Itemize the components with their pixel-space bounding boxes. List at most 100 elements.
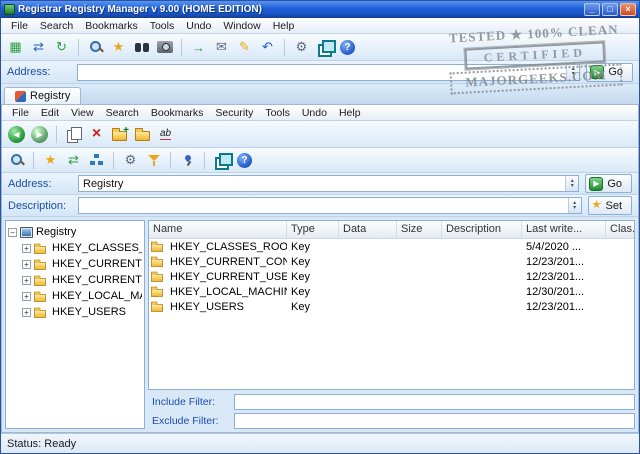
help-icon[interactable]: ?	[337, 37, 358, 58]
tree-item-label: HKEY_USERS	[52, 306, 126, 318]
set-button[interactable]: ★ Set	[588, 196, 632, 215]
status-bar: Status: Ready	[1, 433, 639, 453]
description-input[interactable]	[79, 198, 568, 213]
tree-item-hkey-current-user[interactable]: + HKEY_CURRENT_USER	[8, 272, 142, 288]
back-icon[interactable]: ◀	[6, 124, 27, 145]
new-key-icon[interactable]	[109, 124, 130, 145]
registry-icon[interactable]: ▦	[5, 37, 26, 58]
export-icon[interactable]: →	[188, 37, 209, 58]
folder-plus-shape	[112, 131, 127, 141]
tab-registry[interactable]: Registry	[4, 87, 81, 104]
menu-file[interactable]: File	[5, 19, 34, 33]
menu-undo[interactable]: Undo	[296, 106, 333, 120]
maximize-button[interactable]: □	[602, 3, 618, 16]
menu-search[interactable]: Search	[100, 106, 145, 120]
cell-type: Key	[287, 301, 339, 313]
menu-help[interactable]: Help	[267, 19, 301, 33]
find-binoculars-icon[interactable]	[131, 37, 152, 58]
refresh-icon[interactable]: ↻	[51, 37, 72, 58]
expand-box-icon[interactable]: +	[22, 308, 31, 317]
add-bookmark-icon[interactable]: ★	[40, 150, 61, 171]
include-filter-input[interactable]	[234, 394, 635, 410]
menu-bookmarks[interactable]: Bookmarks	[79, 19, 144, 33]
edit-note-icon[interactable]: ✎	[234, 37, 255, 58]
tree-item-hkey-users[interactable]: + HKEY_USERS	[8, 304, 142, 320]
column-header-data[interactable]: Data	[339, 221, 397, 238]
connect-icon[interactable]: ⇄	[63, 150, 84, 171]
filter-funnel-icon[interactable]	[143, 150, 164, 171]
menu-undo[interactable]: Undo	[180, 19, 217, 33]
menu-bookmarks[interactable]: Bookmarks	[145, 106, 210, 120]
cascade-windows-icon[interactable]	[314, 37, 335, 58]
table-row[interactable]: HKEY_USERS Key 12/23/201...	[149, 299, 634, 314]
inner-address-input[interactable]	[79, 176, 565, 191]
send-mail-icon[interactable]: ✉	[211, 37, 232, 58]
column-header-last-write[interactable]: Last write...	[522, 221, 606, 238]
tree-root[interactable]: − Registry	[8, 224, 142, 240]
tree-item-hkey-local-machine[interactable]: + HKEY_LOCAL_MACHINE	[8, 288, 142, 304]
menu-edit[interactable]: Edit	[35, 106, 65, 120]
table-row[interactable]: HKEY_CLASSES_ROOT Key 5/4/2020 ...	[149, 239, 634, 254]
outer-address-input[interactable]	[78, 65, 566, 80]
settings-search-icon[interactable]: ⚙	[120, 150, 141, 171]
pin-icon[interactable]	[177, 150, 198, 171]
menu-help[interactable]: Help	[333, 106, 367, 120]
exclude-filter-input[interactable]	[234, 413, 635, 429]
table-row[interactable]: HKEY_CURRENT_CONF... Key 12/23/201...	[149, 254, 634, 269]
menu-view[interactable]: View	[65, 106, 100, 120]
outer-address-combo: ▴ ▾	[77, 64, 580, 81]
cell-name: HKEY_CURRENT_CONF...	[170, 256, 287, 268]
tree-item-label: HKEY_CURRENT_USER	[52, 274, 142, 286]
help-icon[interactable]: ?	[234, 150, 255, 171]
folder-icon[interactable]	[132, 124, 153, 145]
column-header-description[interactable]: Description	[442, 221, 522, 238]
inner-go-button[interactable]: ▶ Go	[585, 174, 632, 193]
expand-box-icon[interactable]: +	[22, 276, 31, 285]
expand-box-icon[interactable]: +	[22, 244, 31, 253]
close-button[interactable]: ×	[620, 3, 636, 16]
copy-pages-icon[interactable]	[63, 124, 84, 145]
toolbar-separator	[204, 152, 205, 169]
binoculars-shape	[134, 39, 150, 55]
settings-icon[interactable]: ⚙	[291, 37, 312, 58]
menu-tools[interactable]: Tools	[259, 106, 296, 120]
menu-search[interactable]: Search	[34, 19, 79, 33]
exclude-filter-label: Exclude Filter:	[148, 415, 230, 427]
expand-box-icon[interactable]: +	[22, 292, 31, 301]
menu-file[interactable]: File	[6, 106, 35, 120]
combo-dropdown-button[interactable]: ▴ ▾	[568, 198, 581, 213]
column-header-type[interactable]: Type	[287, 221, 339, 238]
undo-icon[interactable]: ↶	[257, 37, 278, 58]
rename-icon[interactable]: ab	[155, 124, 176, 145]
snapshot-camera-icon[interactable]	[154, 37, 175, 58]
table-row[interactable]: HKEY_LOCAL_MACHINE Key 12/30/201...	[149, 284, 634, 299]
bookmarks-star-icon[interactable]: ★	[108, 37, 129, 58]
magnifier-shape	[88, 39, 104, 55]
forward-ball-shape: ▶	[31, 126, 48, 143]
table-row[interactable]: HKEY_CURRENT_USER Key 12/23/201...	[149, 269, 634, 284]
forward-icon[interactable]: ▶	[29, 124, 50, 145]
folder-icon	[34, 310, 46, 318]
cascade-windows-icon[interactable]	[211, 150, 232, 171]
minimize-button[interactable]: _	[584, 3, 600, 16]
column-header-size[interactable]: Size	[397, 221, 442, 238]
column-header-class[interactable]: Clas...	[606, 221, 634, 238]
connect-computer-icon[interactable]: ⇄	[28, 37, 49, 58]
menu-tools[interactable]: Tools	[144, 19, 181, 33]
tree-item-hkey-current-config[interactable]: + HKEY_CURRENT_CONFIG	[8, 256, 142, 272]
delete-icon[interactable]: ×	[86, 124, 107, 145]
combo-dropdown-button[interactable]: ▴ ▾	[566, 65, 579, 80]
expand-box-icon[interactable]: +	[22, 260, 31, 269]
collapse-box-icon[interactable]: −	[8, 228, 17, 237]
menu-security[interactable]: Security	[209, 106, 259, 120]
menu-window[interactable]: Window	[217, 19, 266, 33]
search-icon[interactable]	[6, 150, 27, 171]
spin-down-icon: ▾	[572, 72, 575, 77]
column-header-name[interactable]: Name	[149, 221, 287, 238]
help-circle-shape: ?	[237, 153, 252, 168]
search-icon[interactable]	[85, 37, 106, 58]
outer-go-button[interactable]: ▶ Go	[586, 63, 633, 82]
combo-dropdown-button[interactable]: ▴ ▾	[565, 176, 578, 191]
tree-view-icon[interactable]	[86, 150, 107, 171]
tree-item-hkey-classes-root[interactable]: + HKEY_CLASSES_ROOT	[8, 240, 142, 256]
